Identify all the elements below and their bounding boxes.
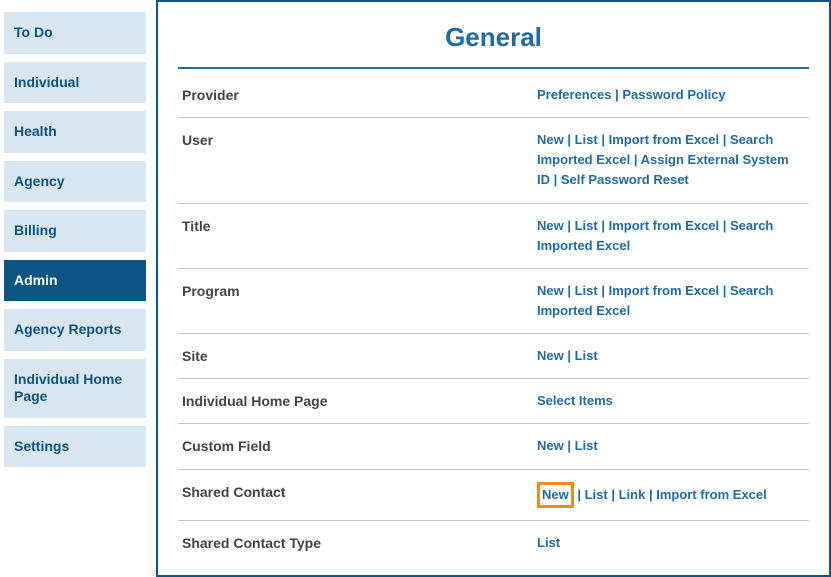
sidebar: To Do Individual Health Agency Billing Admin A… xyxy=(0,0,150,577)
row-individual-home-page: Individual Home PageSelect Items xyxy=(178,379,809,424)
sidebar-item-agency[interactable]: Agency xyxy=(4,161,146,203)
row-actions-individual-home-page: Select Items xyxy=(537,391,805,411)
action-shared-contact-link[interactable]: Link xyxy=(619,487,646,502)
row-actions-user: New | List | Import from Excel | Search … xyxy=(537,130,805,190)
separator: | xyxy=(550,172,561,187)
action-site-list[interactable]: List xyxy=(575,348,598,363)
sidebar-item-settings[interactable]: Settings xyxy=(4,426,146,468)
action-shared-contact-new[interactable]: New xyxy=(542,487,569,502)
action-user-self-password-reset[interactable]: Self Password Reset xyxy=(561,172,689,187)
row-label-shared-contact-type: Shared Contact Type xyxy=(182,533,537,551)
row-provider: ProviderPreferences | Password Policy xyxy=(178,73,809,118)
sidebar-item-label: To Do xyxy=(14,24,53,40)
separator: | xyxy=(564,132,575,147)
sidebar-item-admin[interactable]: Admin xyxy=(4,260,146,302)
action-user-list[interactable]: List xyxy=(575,132,598,147)
row-shared-contact-type: Shared Contact TypeList xyxy=(178,521,809,565)
sidebar-item-label: Billing xyxy=(14,222,57,238)
separator: | xyxy=(564,218,575,233)
row-site: SiteNew | List xyxy=(178,334,809,379)
row-label-custom-field: Custom Field xyxy=(182,436,537,454)
action-custom-field-new[interactable]: New xyxy=(537,438,564,453)
row-actions-title: New | List | Import from Excel | Search … xyxy=(537,216,805,256)
action-program-new[interactable]: New xyxy=(537,283,564,298)
separator: | xyxy=(719,283,730,298)
sidebar-item-health[interactable]: Health xyxy=(4,111,146,153)
sidebar-item-label: Admin xyxy=(14,272,58,288)
action-site-new[interactable]: New xyxy=(537,348,564,363)
separator: | xyxy=(630,152,640,167)
action-user-new[interactable]: New xyxy=(537,132,564,147)
separator: | xyxy=(564,438,575,453)
sidebar-item-individual[interactable]: Individual xyxy=(4,62,146,104)
row-label-site: Site xyxy=(182,346,537,364)
sidebar-item-agency-reports[interactable]: Agency Reports xyxy=(4,309,146,351)
sidebar-item-label: Health xyxy=(14,123,57,139)
row-label-individual-home-page: Individual Home Page xyxy=(182,391,537,409)
action-user-import-excel[interactable]: Import from Excel xyxy=(609,132,720,147)
separator: | xyxy=(598,283,609,298)
separator: | xyxy=(719,132,730,147)
action-shared-contact-list[interactable]: List xyxy=(585,487,608,502)
action-shared-contact-type-list[interactable]: List xyxy=(537,535,560,550)
highlight-shared-contact-new: New xyxy=(537,482,574,508)
sidebar-item-billing[interactable]: Billing xyxy=(4,210,146,252)
row-title: TitleNew | List | Import from Excel | Se… xyxy=(178,204,809,269)
separator: | xyxy=(564,348,575,363)
row-actions-provider: Preferences | Password Policy xyxy=(537,85,805,105)
sidebar-item-label: Individual xyxy=(14,74,79,90)
separator: | xyxy=(608,487,619,502)
row-actions-shared-contact-type: List xyxy=(537,533,805,553)
action-program-list[interactable]: List xyxy=(575,283,598,298)
page-title: General xyxy=(178,12,809,69)
separator: | xyxy=(598,132,609,147)
action-individual-home-page-select-items[interactable]: Select Items xyxy=(537,393,613,408)
separator: | xyxy=(611,87,622,102)
row-actions-shared-contact: New | List | Link | Import from Excel xyxy=(537,482,805,508)
separator: | xyxy=(719,218,730,233)
row-label-title: Title xyxy=(182,216,537,234)
sidebar-item-todo[interactable]: To Do xyxy=(4,12,146,54)
sidebar-item-label: Settings xyxy=(14,438,69,454)
row-actions-custom-field: New | List xyxy=(537,436,805,456)
row-actions-site: New | List xyxy=(537,346,805,366)
sidebar-item-label: Agency xyxy=(14,173,65,189)
row-label-shared-contact: Shared Contact xyxy=(182,482,537,500)
action-title-import-excel[interactable]: Import from Excel xyxy=(609,218,720,233)
separator: | xyxy=(645,487,656,502)
separator: | xyxy=(574,487,585,502)
action-title-new[interactable]: New xyxy=(537,218,564,233)
separator: | xyxy=(598,218,609,233)
row-custom-field: Custom FieldNew | List xyxy=(178,424,809,469)
row-program: ProgramNew | List | Import from Excel | … xyxy=(178,269,809,334)
row-label-user: User xyxy=(182,130,537,148)
main-panel: General ProviderPreferences | Password P… xyxy=(156,0,831,577)
row-label-program: Program xyxy=(182,281,537,299)
action-provider-preferences[interactable]: Preferences xyxy=(537,87,611,102)
row-actions-program: New | List | Import from Excel | Search … xyxy=(537,281,805,321)
action-custom-field-list[interactable]: List xyxy=(575,438,598,453)
action-title-list[interactable]: List xyxy=(575,218,598,233)
row-label-provider: Provider xyxy=(182,85,537,103)
separator: | xyxy=(564,283,575,298)
action-shared-contact-import-excel[interactable]: Import from Excel xyxy=(656,487,767,502)
sidebar-item-label: Agency Reports xyxy=(14,321,121,337)
sidebar-item-individual-home-page[interactable]: Individual Home Page xyxy=(4,359,146,418)
settings-table: ProviderPreferences | Password PolicyUse… xyxy=(178,73,809,565)
row-user: UserNew | List | Import from Excel | Sea… xyxy=(178,118,809,203)
row-shared-contact: Shared ContactNew | List | Link | Import… xyxy=(178,470,809,521)
action-provider-password-policy[interactable]: Password Policy xyxy=(622,87,725,102)
action-program-import-excel[interactable]: Import from Excel xyxy=(609,283,720,298)
sidebar-item-label: Individual Home Page xyxy=(14,371,122,405)
